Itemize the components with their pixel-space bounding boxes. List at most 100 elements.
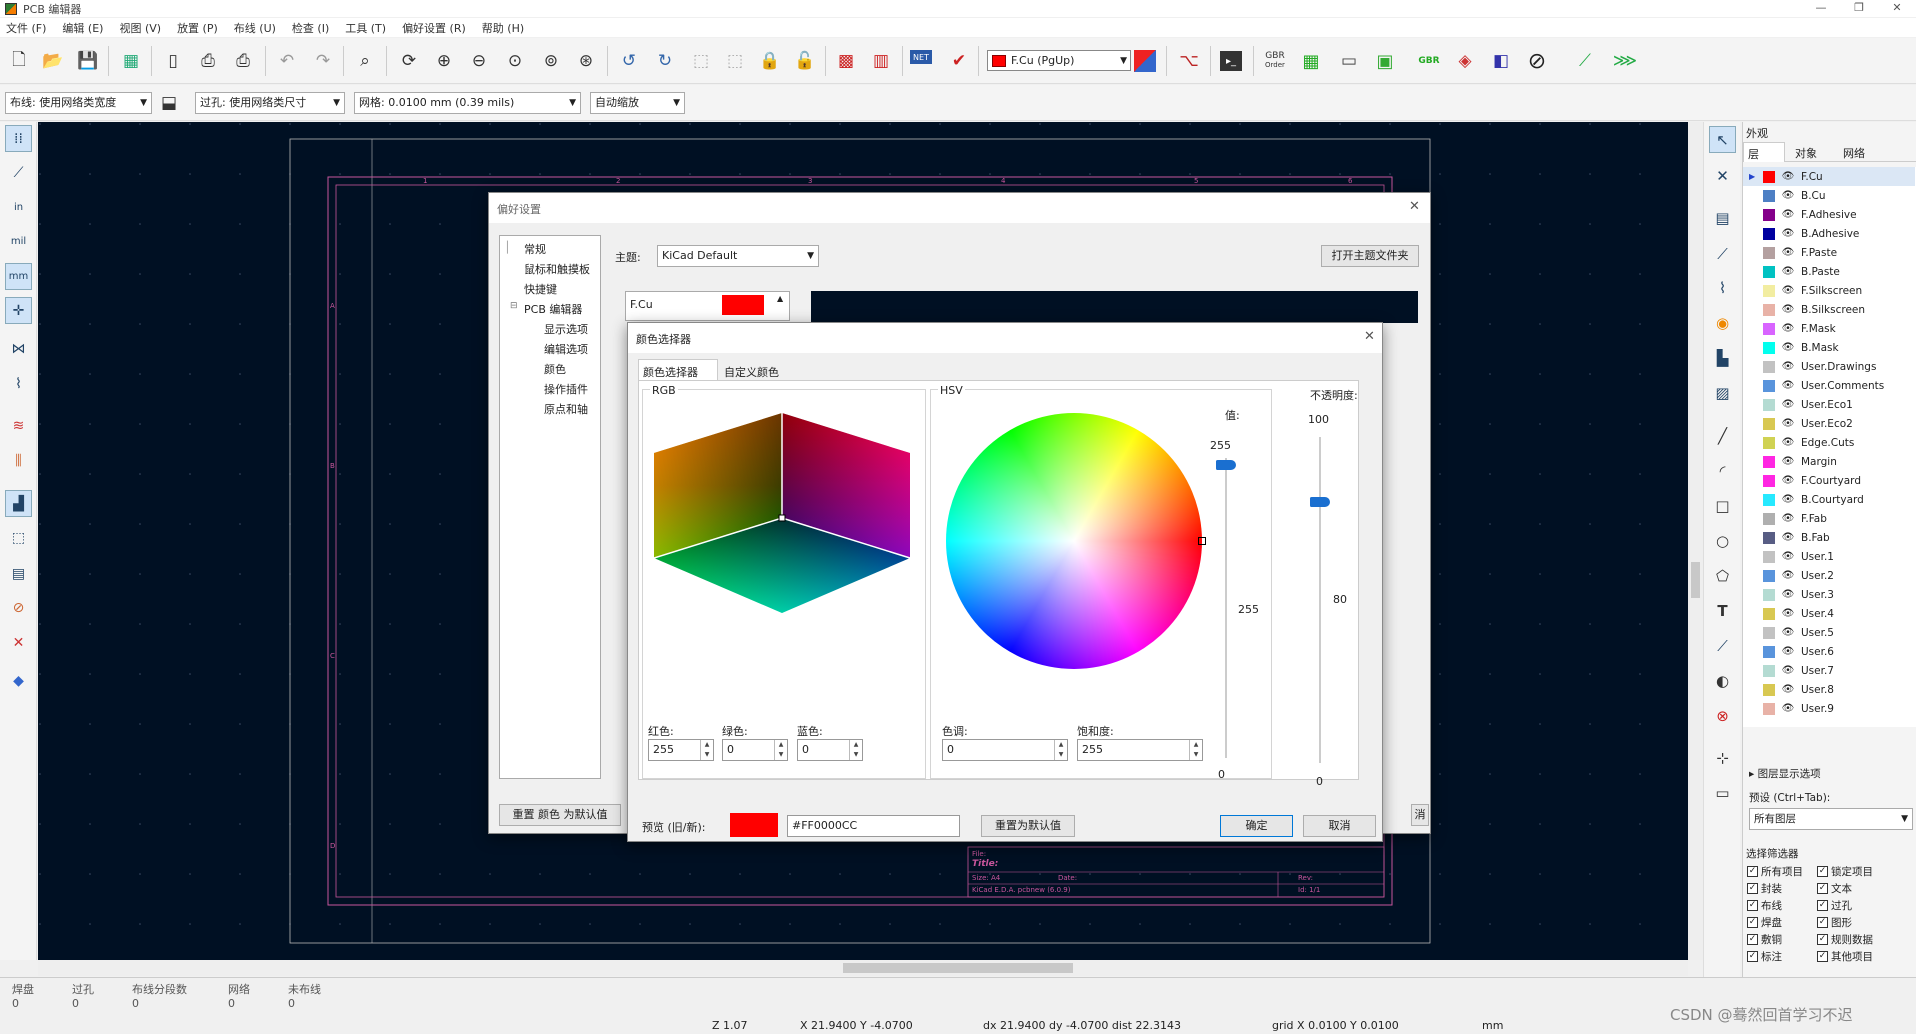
layer-row[interactable]: 👁 User.4 (1743, 604, 1915, 623)
tree-plugins[interactable]: 操作插件 (544, 381, 588, 397)
new-board-icon[interactable]: 🗋 (6, 48, 32, 74)
filter-checkbox[interactable]: ✓ 标注 (1747, 949, 1782, 964)
tree-colors[interactable]: 颜色 (544, 361, 566, 377)
layer-color-swatch[interactable] (1763, 512, 1775, 525)
visibility-eye-icon[interactable]: 👁 (1781, 341, 1795, 355)
route-track-icon[interactable]: ⟋ (1709, 240, 1736, 267)
checkbox-check-icon[interactable]: ✓ (1817, 883, 1828, 894)
zoom-fit-icon[interactable]: ⊙ (502, 48, 528, 74)
footprint-editor-icon[interactable]: ▩ (833, 48, 859, 74)
layer-color-swatch[interactable] (1763, 531, 1775, 544)
hex-input[interactable]: #FF0000CC (787, 815, 960, 837)
layer-color-swatch[interactable] (1763, 341, 1775, 354)
checkbox-check-icon[interactable]: ✓ (1817, 917, 1828, 928)
menu-tools[interactable]: 工具 (T) (345, 20, 386, 36)
layer-color-swatch[interactable] (1763, 189, 1775, 202)
layer-color-swatch[interactable] (1763, 246, 1775, 259)
place-origin-icon[interactable]: ⊹ (1709, 744, 1736, 771)
drc-icon[interactable]: ✔ (946, 48, 972, 74)
part-icon[interactable]: ▭ (1336, 48, 1362, 74)
visibility-eye-icon[interactable]: 👁 (1781, 550, 1795, 564)
layer-row[interactable]: 👁 User.1 (1743, 547, 1915, 566)
filter-checkbox[interactable]: ✓ 布线 (1747, 898, 1782, 913)
add-rule-area-icon[interactable]: ▨ (1709, 379, 1736, 406)
visibility-eye-icon[interactable]: 👁 (1781, 493, 1795, 507)
layer-color-swatch[interactable] (1763, 683, 1775, 696)
search-parts-icon[interactable]: ⊘ (1524, 48, 1550, 74)
find-icon[interactable]: ⌕ (352, 48, 378, 74)
delete-tool-icon[interactable]: ⊗ (1709, 702, 1736, 729)
filter-checkbox[interactable]: ✓ 封装 (1747, 881, 1782, 896)
draw-polygon-icon[interactable]: ⬠ (1709, 562, 1736, 589)
zoom-in-icon[interactable]: ⊕ (431, 48, 457, 74)
menu-route[interactable]: 布线 (U) (234, 20, 276, 36)
layer-color-swatch[interactable] (1763, 398, 1775, 411)
reset-default-button[interactable]: 重置为默认值 (981, 815, 1075, 837)
fcu-color-swatch[interactable] (722, 295, 764, 315)
layer-row[interactable]: 👁 User.Eco1 (1743, 395, 1915, 414)
refresh-icon[interactable]: ⟳ (396, 48, 422, 74)
visibility-eye-icon[interactable]: 👁 (1781, 588, 1795, 602)
undo-icon[interactable]: ↶ (274, 48, 300, 74)
visibility-eye-icon[interactable]: 👁 (1781, 607, 1795, 621)
scripting-icon[interactable]: ⌥ (1176, 48, 1202, 74)
visibility-eye-icon[interactable]: 👁 (1781, 398, 1795, 412)
layer-row[interactable]: 👁 User.8 (1743, 680, 1915, 699)
draw-rectangle-icon[interactable]: □ (1709, 492, 1736, 519)
high-contrast-icon[interactable]: ▟ (5, 490, 32, 517)
layer-row[interactable]: 👁 User.6 (1743, 642, 1915, 661)
cancel-button[interactable]: 取消 (1303, 815, 1376, 837)
cursor-shape-icon[interactable]: ✛ (5, 297, 32, 324)
tab-custom-colors[interactable]: 自定义颜色 (724, 364, 779, 380)
add-text-icon[interactable]: T (1709, 597, 1736, 624)
measure-display-icon[interactable]: ⊘ (5, 594, 32, 621)
visibility-eye-icon[interactable]: 👁 (1781, 208, 1795, 222)
pad-display-icon[interactable]: ⫼ (5, 447, 32, 474)
layer-row[interactable]: 👁 F.Courtyard (1743, 471, 1915, 490)
add-footprint-icon[interactable]: ▤ (1709, 204, 1736, 231)
layer-color-swatch[interactable] (1763, 607, 1775, 620)
ratsnest-icon[interactable]: ⋈ (5, 335, 32, 362)
rotate-cw-icon[interactable]: ↻ (652, 48, 678, 74)
layer-color-swatch[interactable] (1763, 626, 1775, 639)
checkbox-check-icon[interactable]: ✓ (1747, 866, 1758, 877)
hue-saturation-wheel[interactable] (946, 413, 1202, 669)
list-scroll-up-icon[interactable]: ▲ (777, 294, 783, 303)
units-in-button[interactable]: in (5, 194, 32, 221)
menu-inspect[interactable]: 检查 (I) (292, 20, 329, 36)
checkbox-check-icon[interactable]: ✓ (1817, 951, 1828, 962)
via-size-select[interactable]: 过孔: 使用网络类尺寸 ▼ (195, 92, 345, 114)
visibility-eye-icon[interactable]: 👁 (1781, 512, 1795, 526)
ok-button[interactable]: 确定 (1220, 815, 1293, 837)
layer-row[interactable]: 👁 F.Paste (1743, 243, 1915, 262)
layer-color-swatch[interactable] (1763, 588, 1775, 601)
maximize-button[interactable]: ❐ (1840, 0, 1878, 16)
filter-checkbox[interactable]: ✓ 规则数据 (1817, 932, 1873, 947)
layer-row[interactable]: 👁 User.5 (1743, 623, 1915, 642)
local-ratsnest-icon[interactable]: ✕ (1709, 162, 1736, 189)
layer-color-swatch[interactable] (1763, 702, 1775, 715)
visibility-eye-icon[interactable]: 👁 (1781, 246, 1795, 260)
tab-nets[interactable]: 网络 (1843, 145, 1865, 161)
redo-icon[interactable]: ↷ (310, 48, 336, 74)
layer-row[interactable]: 👁 User.Eco2 (1743, 414, 1915, 433)
visibility-eye-icon[interactable]: 👁 (1781, 569, 1795, 583)
visibility-eye-icon[interactable]: 👁 (1781, 189, 1795, 203)
gbr-zip-icon[interactable]: GBR (1416, 48, 1442, 74)
draw-circle-icon[interactable]: ○ (1709, 527, 1736, 554)
layer-row[interactable]: 👁 B.Fab (1743, 528, 1915, 547)
grid-select[interactable]: 网格: 0.0100 mm (0.39 mils) ▼ (354, 92, 581, 114)
layer-color-swatch[interactable] (1763, 227, 1775, 240)
menu-view[interactable]: 视图 (V) (119, 20, 161, 36)
teardrop-icon[interactable]: ⋙ (1612, 48, 1638, 74)
checkbox-check-icon[interactable]: ✓ (1747, 900, 1758, 911)
gbr-order-icon[interactable]: GBR Order (1262, 48, 1288, 74)
close-window-button[interactable]: ✕ (1878, 0, 1916, 16)
menu-place[interactable]: 放置 (P) (177, 20, 218, 36)
visibility-eye-icon[interactable]: 👁 (1781, 664, 1795, 678)
console-icon[interactable]: ▸_ (1220, 51, 1242, 71)
layer-row[interactable]: 👁 Edge.Cuts (1743, 433, 1915, 452)
track-width-mode-icon[interactable]: ⬓ (156, 90, 182, 116)
layer-row[interactable]: 👁 User.Comments (1743, 376, 1915, 395)
visibility-eye-icon[interactable]: 👁 (1781, 170, 1795, 184)
